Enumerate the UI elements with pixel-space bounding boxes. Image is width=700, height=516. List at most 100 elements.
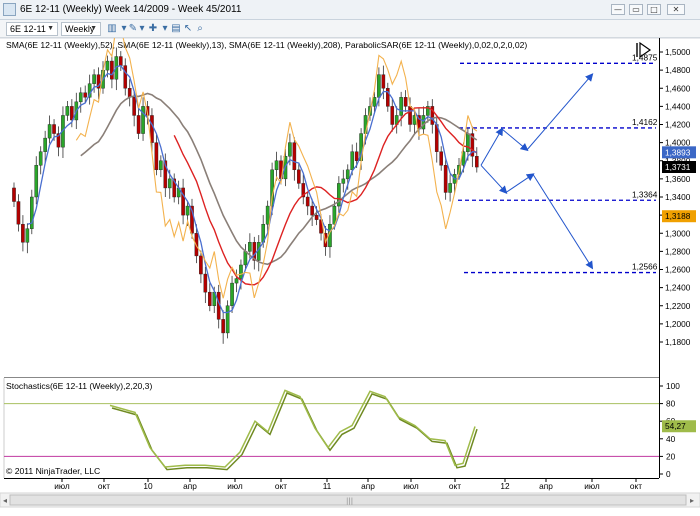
maximize-button[interactable]: □ (647, 4, 661, 15)
candle-body (314, 214, 319, 220)
price-tick-label: 1,3000 (665, 228, 691, 238)
chart-area[interactable]: SMA(6E 12-11 (Weekly),52), SMA(6E 12-11 … (0, 38, 700, 516)
time-tick-label: окт (630, 481, 642, 491)
candle-body (83, 92, 87, 98)
candle-body (341, 178, 346, 184)
copyright-text: © 2011 NinjaTrader, LLC (6, 466, 100, 476)
time-tick-label: окт (275, 481, 287, 491)
time-tick-label: июл (403, 481, 419, 491)
candle-body (443, 165, 448, 193)
price-tick-label: 1,2000 (665, 319, 691, 329)
zoom-icon[interactable]: ⌕ (194, 23, 206, 35)
close-button[interactable]: ✕ (667, 4, 685, 15)
candle-body (21, 223, 25, 243)
stoch-k-line (109, 389, 476, 468)
candle-body (123, 65, 128, 89)
candlesticks (12, 47, 479, 344)
instrument-select[interactable]: 6E 12-11 ▼ (6, 22, 58, 36)
candle-body (127, 88, 132, 98)
candle-body (421, 115, 426, 130)
minimize-button[interactable]: — (611, 4, 625, 15)
level-label: 1,4875 (632, 52, 658, 62)
candle-body (310, 205, 314, 216)
time-tick-label: апр (539, 481, 553, 491)
forecast-arrow (532, 174, 594, 270)
price-tick-label: 1,4800 (665, 65, 691, 75)
candle-body (105, 60, 110, 71)
price-tag-label: 1,3893 (665, 147, 691, 157)
candle-body (185, 205, 190, 216)
stoch-tick-label: 100 (666, 381, 680, 391)
price-tick-label: 1,4000 (665, 138, 691, 148)
candle-body (203, 273, 208, 293)
period-select[interactable]: Weekly ▼ (61, 22, 101, 36)
candle-body (390, 106, 395, 125)
candle-body (207, 291, 212, 306)
candle-body (12, 187, 16, 202)
candle-body (377, 74, 381, 98)
candle-body (65, 106, 70, 116)
cursor-icon[interactable]: ↖ (182, 23, 194, 35)
candle-body (199, 255, 203, 275)
candle-body (38, 151, 43, 166)
scroll-left-icon[interactable]: ◂ (3, 496, 7, 505)
stoch-tag-label: 54,27 (665, 421, 686, 431)
candle-body (466, 133, 470, 152)
restore-button[interactable]: ▭ (629, 4, 643, 15)
chevron-down-icon: ▼ (47, 25, 54, 32)
scroll-right-icon[interactable]: ▸ (690, 496, 694, 505)
price-tag-label: 1,3188 (665, 211, 691, 221)
level-label: 1,3364 (632, 189, 658, 199)
candle-body (448, 183, 452, 193)
candle-body (399, 97, 403, 116)
forecast-arrow (526, 73, 594, 151)
stochastics-label: Stochastics(6E 12-11 (Weekly),2,20,3) (6, 381, 152, 391)
price-axis: 1,5000 1,4800 1,4600 1,4400 1,4200 1,40001,38… (659, 47, 691, 347)
indicator-label: SMA(6E 12-11 (Weekly),52), SMA(6E 12-11 … (6, 40, 527, 50)
sma-52-line (173, 107, 478, 286)
candle-body (354, 151, 359, 161)
properties-icon[interactable]: ▤ (170, 23, 182, 35)
candle-body (110, 60, 114, 80)
candle-body (274, 160, 279, 171)
price-tick-label: 1,2400 (665, 283, 691, 293)
candle-body (475, 156, 479, 168)
price-tick-label: 1,2200 (665, 301, 691, 311)
chart-toolbar: 6E 12-11 ▼ Weekly ▼ ▥ ▾ ✎ ▾ ✚ ▾ ▤ ↖ ⌕ (0, 20, 700, 38)
candle-body (350, 151, 355, 171)
time-axis: июл окт 10 апр июл окт 11 апр июл окт 12 апр июл окт (4, 478, 659, 491)
add-indicator-icon[interactable]: ✚ (147, 23, 159, 35)
candle-body (154, 142, 159, 171)
time-tick-label: окт (98, 481, 110, 491)
time-tick-label: 12 (500, 481, 510, 491)
time-tick-label: апр (183, 481, 197, 491)
candle-body (47, 124, 52, 139)
candle-body (141, 106, 145, 134)
candle-body (230, 282, 234, 306)
candle-body (243, 251, 248, 266)
candle-body (265, 205, 270, 225)
candle-body (34, 165, 39, 198)
price-tag-label: 1,3731 (665, 162, 691, 172)
window-title: 6E 12-11 (Weekly) Week 14/2009 - Week 45… (20, 4, 242, 15)
candle-body (159, 160, 163, 171)
candle-body (167, 178, 172, 189)
time-tick-label: 11 (323, 481, 332, 491)
price-chart[interactable]: SMA(6E 12-11 (Weekly),52), SMA(6E 12-11 … (0, 38, 700, 516)
stoch-tick-label: 40 (666, 434, 676, 444)
candle-body (25, 228, 30, 243)
candle-body (92, 74, 96, 84)
candle-body (372, 97, 377, 107)
candle-body (408, 106, 412, 125)
candle-body (305, 196, 310, 207)
chevron-down-icon: ▼ (90, 25, 97, 32)
stoch-tick-label: 0 (666, 469, 671, 479)
candle-body (225, 305, 230, 334)
horizontal-scrollbar[interactable]: ◂ ||| ▸ (0, 492, 700, 508)
candle-body (78, 92, 83, 103)
candle-body (345, 169, 350, 180)
bar-type-icon[interactable]: ▥ (106, 23, 118, 35)
candle-body (297, 169, 301, 184)
price-tick-label: 1,4200 (665, 120, 691, 130)
candle-body (136, 115, 141, 134)
